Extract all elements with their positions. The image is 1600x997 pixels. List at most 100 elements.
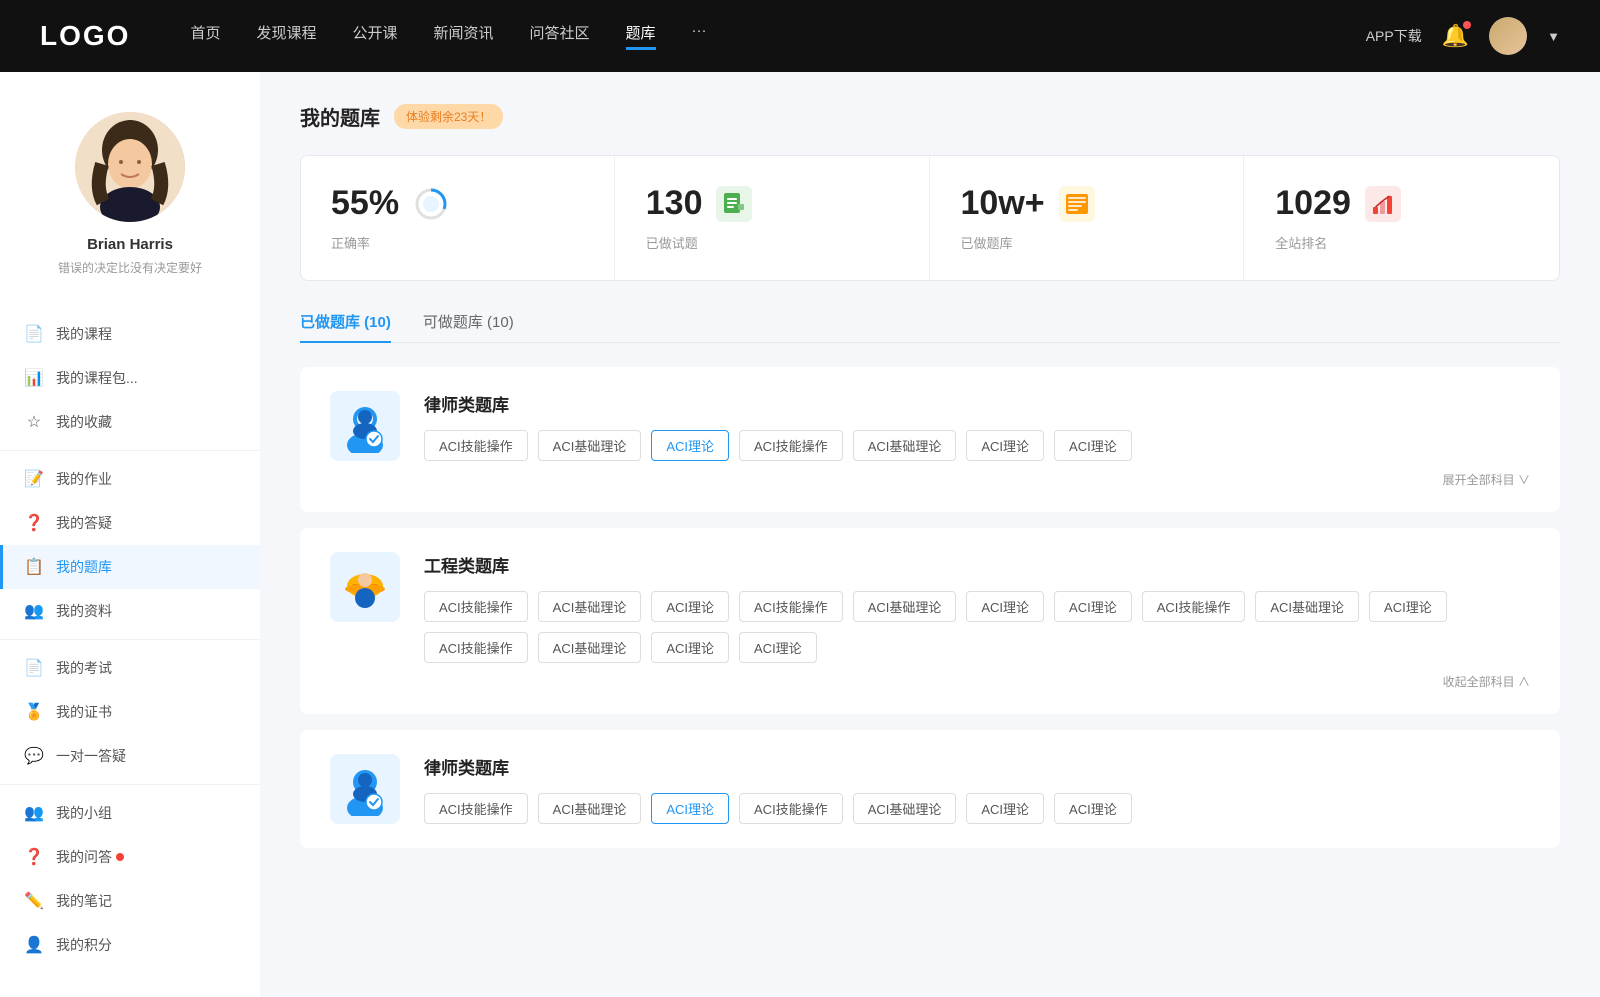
rank-icon (1365, 186, 1401, 222)
user-avatar[interactable] (1489, 17, 1527, 55)
sidebar-item-bank[interactable]: 📋 我的题库 (0, 545, 260, 589)
sidebar-item-points[interactable]: 👤 我的积分 (0, 923, 260, 967)
bank-tag[interactable]: ACI基础理论 (853, 591, 957, 622)
doc-icon (721, 191, 747, 217)
nav-bank[interactable]: 题库 (626, 22, 656, 50)
bank-tag[interactable]: ACI理论 (651, 591, 729, 622)
sidebar-item-notes[interactable]: ✏️ 我的笔记 (0, 879, 260, 923)
bank-tag[interactable]: ACI理论 (1054, 793, 1132, 824)
bank-tag[interactable]: ACI理论 (739, 632, 817, 663)
nav-menu: 首页 发现课程 公开课 新闻资讯 问答社区 题库 ··· (190, 22, 1365, 50)
bank-tag[interactable]: ACI理论 (1054, 591, 1132, 622)
bank-tag[interactable]: ACI基础理论 (538, 430, 642, 461)
bank-tag[interactable]: ACI基础理论 (538, 591, 642, 622)
bank-tag[interactable]: ACI基础理论 (538, 632, 642, 663)
stat-done-label: 已做试题 (646, 233, 899, 252)
stat-total: 10w+ 已做题库 (931, 156, 1245, 280)
stat-done-top: 130 (646, 184, 899, 223)
page-title: 我的题库 (300, 102, 380, 131)
bank-tag[interactable]: ACI理论 (651, 793, 729, 824)
sidebar-item-package[interactable]: 📊 我的课程包... (0, 356, 260, 400)
sidebar-item-notes-label: 我的笔记 (56, 891, 112, 911)
sidebar-item-bank-label: 我的题库 (56, 557, 112, 577)
sidebar-item-one-on-one[interactable]: 💬 一对一答疑 (0, 734, 260, 778)
bank-tag[interactable]: ACI技能操作 (739, 430, 843, 461)
nav-opencourse[interactable]: 公开课 (352, 22, 397, 50)
nav-news[interactable]: 新闻资讯 (434, 22, 494, 50)
tab-done[interactable]: 已做题库 (10) (300, 311, 391, 342)
sidebar-item-cert[interactable]: 🏅 我的证书 (0, 690, 260, 734)
bank-tag[interactable]: ACI技能操作 (1142, 591, 1246, 622)
bank-tag[interactable]: ACI理论 (966, 793, 1044, 824)
stat-rank-label: 全站排名 (1275, 233, 1529, 252)
sidebar-item-questions[interactable]: ❓ 我的问答 (0, 835, 260, 879)
questions-dot (116, 853, 124, 861)
bank-tag[interactable]: ACI基础理论 (853, 430, 957, 461)
stat-rank: 1029 全站排名 (1245, 156, 1559, 280)
bank-tag[interactable]: ACI理论 (1054, 430, 1132, 461)
sidebar-menu: 📄 我的课程 📊 我的课程包... ☆ 我的收藏 📝 我的作业 ❓ 我的答疑 � (0, 312, 260, 967)
bank-tag[interactable]: ACI技能操作 (424, 632, 528, 663)
tabs: 已做题库 (10) 可做题库 (10) (300, 311, 1560, 343)
user-dropdown-arrow[interactable]: ▼ (1547, 29, 1560, 44)
sidebar-item-materials[interactable]: 👥 我的资料 (0, 589, 260, 633)
package-icon: 📊 (24, 368, 44, 388)
tab-available[interactable]: 可做题库 (10) (423, 311, 514, 342)
nav-discover[interactable]: 发现课程 (256, 22, 316, 50)
avatar-image (1489, 17, 1527, 55)
bank-tag[interactable]: ACI技能操作 (424, 591, 528, 622)
bank-tag[interactable]: ACI基础理论 (853, 793, 957, 824)
sidebar-item-materials-label: 我的资料 (56, 601, 112, 621)
app-download-button[interactable]: APP下载 (1366, 26, 1422, 46)
bank-tag[interactable]: ACI理论 (966, 591, 1044, 622)
bank-tag[interactable]: ACI理论 (966, 430, 1044, 461)
notes-icon: ✏️ (24, 891, 44, 911)
nav-home[interactable]: 首页 (190, 22, 220, 50)
bank-tag[interactable]: ACI基础理论 (538, 793, 642, 824)
sidebar-item-homework[interactable]: 📝 我的作业 (0, 457, 260, 501)
sidebar: Brian Harris 错误的决定比没有决定要好 📄 我的课程 📊 我的课程包… (0, 72, 260, 997)
stat-total-label: 已做题库 (961, 233, 1214, 252)
nav-qa[interactable]: 问答社区 (530, 22, 590, 50)
sidebar-item-favorites-label: 我的收藏 (56, 412, 112, 432)
lawyer-icon (338, 399, 392, 453)
engineer-tags: ACI技能操作 ACI基础理论 ACI理论 ACI技能操作 ACI基础理论 ACI理论 AC… (424, 591, 1530, 663)
stat-done: 130 已做试题 (616, 156, 930, 280)
bank-tag[interactable]: ACI技能操作 (739, 591, 843, 622)
lawyer-expand-link-1[interactable]: 展开全部科目 ∨ (424, 471, 1530, 488)
book-icon (1064, 191, 1090, 217)
lawyer-bank-title: 律师类题库 (424, 391, 1530, 416)
sidebar-item-homework-label: 我的作业 (56, 469, 112, 489)
notification-bell[interactable]: 🔔 (1442, 23, 1469, 49)
bank-tag[interactable]: ACI基础理论 (1255, 591, 1359, 622)
engineer-expand-link[interactable]: 收起全部科目 ∧ (424, 673, 1530, 690)
divider-3 (0, 784, 260, 785)
sidebar-item-course[interactable]: 📄 我的课程 (0, 312, 260, 356)
bank-tag[interactable]: ACI技能操作 (424, 430, 528, 461)
engineer-bank-icon (330, 552, 400, 622)
homework-icon: 📝 (24, 469, 44, 489)
sidebar-item-favorites[interactable]: ☆ 我的收藏 (0, 400, 260, 444)
points-icon: 👤 (24, 935, 44, 955)
lawyer-bank-icon (330, 391, 400, 461)
sidebar-item-package-label: 我的课程包... (56, 368, 138, 388)
sidebar-item-one-on-one-label: 一对一答疑 (56, 746, 126, 766)
main-layout: Brian Harris 错误的决定比没有决定要好 📄 我的课程 📊 我的课程包… (0, 72, 1600, 997)
sidebar-item-qa[interactable]: ❓ 我的答疑 (0, 501, 260, 545)
bank-tag[interactable]: ACI技能操作 (424, 793, 528, 824)
lawyer-bank-title-2: 律师类题库 (424, 754, 1530, 779)
bank-tag[interactable]: ACI技能操作 (739, 793, 843, 824)
sidebar-item-cert-label: 我的证书 (56, 702, 112, 722)
stat-accuracy-value: 55% (331, 184, 399, 223)
logo[interactable]: LOGO (40, 20, 130, 52)
nav-more[interactable]: ··· (692, 22, 707, 50)
bank-card-lawyer-2: 律师类题库 ACI技能操作 ACI基础理论 ACI理论 ACI技能操作 ACI基础理论 A… (300, 730, 1560, 848)
bank-tag[interactable]: ACI理论 (651, 430, 729, 461)
sidebar-item-group[interactable]: 👥 我的小组 (0, 791, 260, 835)
sidebar-item-exam[interactable]: 📄 我的考试 (0, 646, 260, 690)
bank-tag[interactable]: ACI理论 (651, 632, 729, 663)
accuracy-icon (413, 186, 449, 222)
bank-tag[interactable]: ACI理论 (1369, 591, 1447, 622)
course-icon: 📄 (24, 324, 44, 344)
notification-dot (1463, 21, 1471, 29)
